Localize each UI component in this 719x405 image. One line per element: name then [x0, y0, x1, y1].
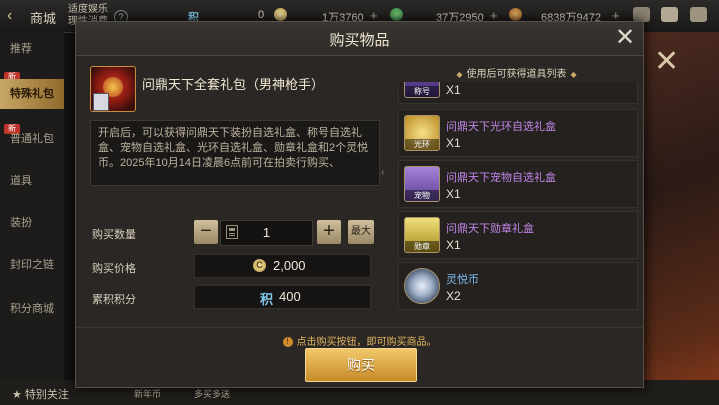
background-art: ✕	[640, 32, 719, 405]
obtainable-items-list[interactable]: 称号 X1 光环 问鼎天下光环自选礼盒 X1 宠物 问鼎天下宠物自选礼盒 X1	[394, 82, 639, 320]
follow-label: 特别关注	[24, 389, 69, 401]
pet-box-icon: 宠物	[404, 166, 440, 202]
item-quantity: X1	[446, 136, 461, 150]
mailbox-icon[interactable]	[633, 7, 650, 22]
nav-costumes[interactable]: 装扮	[0, 208, 64, 238]
list-item[interactable]: 光环 问鼎天下光环自选礼盒 X1	[398, 109, 638, 157]
currency-coin-icon: C	[253, 259, 266, 272]
points-box: 积 400	[194, 285, 371, 309]
price-value: 2,000	[273, 258, 306, 273]
dialog-footer: ! 点击购买按钮，即可购买商品。 购买	[76, 327, 643, 388]
decrease-quantity-button[interactable]: −	[194, 220, 218, 244]
points-label: 累积积分	[92, 294, 136, 306]
nav-recommend[interactable]: 推荐	[0, 34, 64, 64]
item-name: 问鼎天下宠物自选礼盒	[446, 172, 556, 184]
max-quantity-button[interactable]: 最大	[348, 220, 374, 244]
dialog-title: 购买物品	[329, 32, 390, 49]
points-value: 400	[279, 289, 301, 304]
item-details: 问鼎天下全套礼包（男神枪手） 开启后，可以获得问鼎天下装扮自选礼盒、称号自选礼盒…	[86, 60, 386, 325]
item-quantity: X1	[446, 83, 461, 97]
price-box: C 2,000	[194, 254, 371, 278]
purchase-hint: ! 点击购买按钮，即可购买商品。	[76, 333, 643, 348]
new-year-coin-label: 新年币	[134, 389, 162, 399]
nav-normal-packs[interactable]: 普通礼包	[0, 124, 64, 154]
menu-icon[interactable]	[690, 7, 707, 22]
costume-figure-icon	[93, 93, 109, 111]
item-name: 问鼎天下勋章礼盒	[446, 223, 534, 235]
item-quantity: X1	[446, 187, 461, 201]
nav-items[interactable]: 道具	[0, 166, 64, 196]
shop-title: 商城	[30, 11, 57, 26]
obtainable-list-title: 使用后可获得道具列表	[394, 65, 639, 80]
quantity-field[interactable]: 1	[220, 220, 313, 246]
quantity-value: 1	[262, 225, 271, 240]
icon-tag: 勋章	[405, 241, 439, 252]
purchase-dialog: 购买物品 ✕ 问鼎天下全套礼包（男神枪手） 开启后，可以获得问鼎天下装扮自选礼盒…	[75, 21, 644, 388]
green-gem-icon	[390, 8, 403, 21]
nav-seal-chain[interactable]: 封印之链	[0, 250, 64, 280]
mail-icon[interactable]	[661, 7, 678, 22]
price-label: 购买价格	[92, 263, 136, 275]
obtainable-items-panel: 使用后可获得道具列表 称号 X1 光环 问鼎天下光环自选礼盒 X1 宠物 问鼎天…	[394, 60, 639, 322]
item-quantity: X2	[446, 289, 461, 303]
list-item[interactable]: 勋章 问鼎天下勋章礼盒 X1	[398, 211, 638, 259]
follow-tab[interactable]: ★ 特别关注	[12, 386, 69, 402]
quantity-label: 购买数量	[92, 229, 136, 241]
dialog-header: 购买物品 ✕	[76, 22, 643, 56]
back-icon[interactable]: ‹	[7, 8, 23, 24]
gold-coin-icon	[274, 8, 287, 21]
item-name: 问鼎天下光环自选礼盒	[446, 121, 556, 133]
halo-box-icon: 光环	[404, 115, 440, 151]
money-bag-icon	[509, 8, 522, 21]
points-icon: 积	[260, 292, 274, 307]
list-item[interactable]: 灵悦币 X2	[398, 262, 638, 310]
icon-tag: 称号	[405, 86, 439, 97]
category-nav: 推荐 新 特殊礼包 新 普通礼包 道具 装扮 封印之链 积分商城	[0, 32, 64, 405]
icon-tag: 宠物	[405, 190, 439, 201]
buy-more-label: 多买多送	[194, 389, 231, 399]
lingyue-coin-icon	[404, 268, 440, 304]
medal-box-icon: 勋章	[404, 217, 440, 253]
buy-button[interactable]: 购买	[305, 348, 417, 382]
nav-points-shop[interactable]: 积分商城	[0, 294, 64, 324]
item-quantity: X1	[446, 238, 461, 252]
hint-text: 点击购买按钮，即可购买商品。	[296, 337, 437, 348]
item-name: 灵悦币	[446, 274, 479, 286]
title-box-icon: 称号	[404, 82, 440, 98]
x-emblem-icon: ✕	[654, 45, 680, 78]
gift-pack-icon	[90, 66, 136, 112]
icon-tag: 光环	[405, 139, 439, 150]
panel-divider-arrow-icon: ‹	[381, 167, 385, 178]
item-description: 开启后，可以获得问鼎天下装扮自选礼盒、称号自选礼盒、宠物自选礼盒、光环自选礼盒、…	[90, 120, 380, 186]
item-name: 问鼎天下全套礼包（男神枪手）	[142, 77, 325, 92]
points-currency-value: 0	[258, 9, 265, 21]
list-item[interactable]: 称号 X1	[398, 82, 638, 104]
info-icon: !	[282, 337, 293, 347]
list-item[interactable]: 宠物 问鼎天下宠物自选礼盒 X1	[398, 160, 638, 208]
increase-quantity-button[interactable]: +	[317, 220, 341, 244]
close-button[interactable]: ✕	[613, 26, 637, 50]
nav-special-packs[interactable]: 特殊礼包	[0, 79, 64, 109]
